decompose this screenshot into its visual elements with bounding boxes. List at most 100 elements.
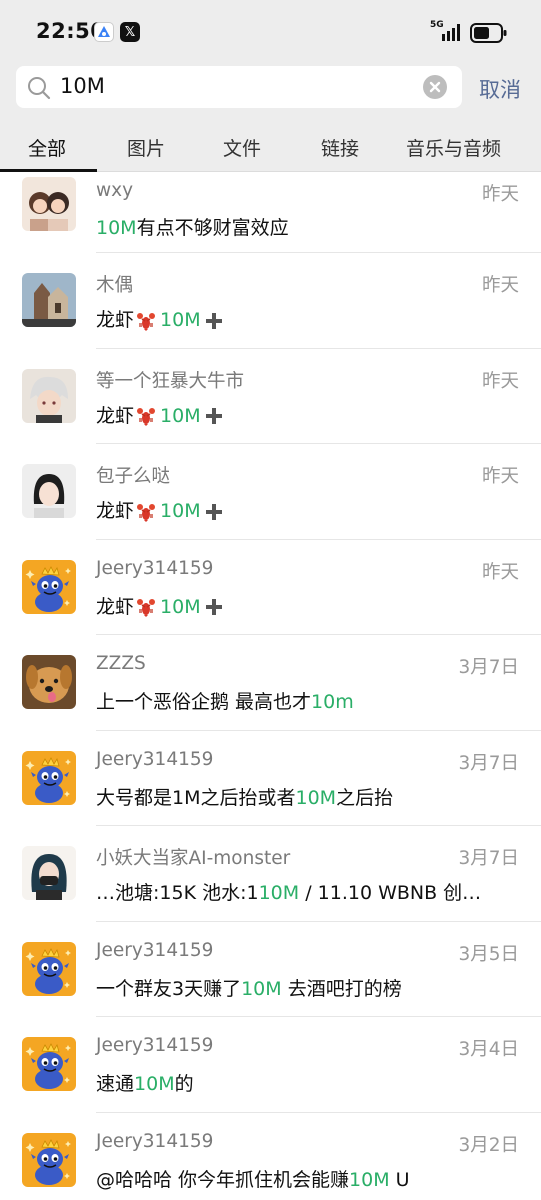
sender-name: Jeery314159 (96, 1130, 214, 1152)
list-item[interactable]: wxy 昨天 10M有点不够财富效应 (0, 172, 541, 253)
list-item[interactable]: 小妖大当家AI-monster 3月7日 …池塘:15K 池水:110M / 1… (0, 826, 541, 922)
message-snippet: 一个群友3天赚了10M 去酒吧打的榜 (96, 974, 402, 1001)
message-date: 昨天 (481, 275, 519, 296)
lobster-emoji (136, 597, 156, 617)
message-date: 3月4日 (458, 1039, 519, 1060)
match-highlight: 10M (349, 1168, 390, 1191)
building-avatar (22, 273, 76, 327)
anime-avatar (22, 368, 76, 423)
list-item[interactable]: Jeery314159 昨天 龙虾 10M (0, 540, 541, 635)
message-snippet: 大号都是1M之后抬或者10M之后抬 (96, 783, 393, 810)
plus-icon (205, 312, 223, 330)
message-snippet: …池塘:15K 池水:110M / 11.10 WBNB 创… (96, 878, 481, 905)
tab-bar: 全部 图片 文件 链接 音乐与音频 (0, 120, 541, 172)
dragon-avatar (22, 1037, 76, 1091)
message-text-after: U (389, 1168, 410, 1191)
message-text-after: 的 (174, 1073, 194, 1095)
list-item[interactable]: 等一个狂暴大牛市 昨天 龙虾 10M (0, 349, 541, 444)
list-item[interactable]: 木偶 昨天 龙虾 10M (0, 253, 541, 349)
message-snippet: 上一个恶俗企鹅 最高也才10m (96, 687, 354, 714)
dragon-avatar (22, 1133, 76, 1187)
cancel-button[interactable]: 取消 (479, 74, 521, 104)
match-highlight: 10M (295, 786, 337, 809)
match-highlight: 10M (96, 217, 137, 239)
dragon-avatar (22, 942, 76, 996)
tab-links[interactable]: 链接 (321, 134, 359, 161)
message-text: 上一个恶俗企鹅 最高也才 (96, 691, 312, 713)
lobster-emoji (136, 311, 156, 331)
search-box[interactable] (16, 66, 462, 108)
message-text: …池塘:15K 池水:1 (96, 882, 259, 904)
message-text: 龙虾 (96, 595, 135, 618)
message-snippet: 龙虾 10M (96, 592, 223, 619)
search-results-list: wxy 昨天 10M有点不够财富效应 木偶 昨天 龙虾 10M 等一个狂暴大牛市… (0, 172, 541, 1200)
message-text-after: / 11.10 WBNB 创… (299, 882, 482, 904)
message-date: 3月5日 (458, 943, 519, 965)
sender-name: Jeery314159 (96, 557, 214, 579)
list-item[interactable]: 包子么哒 昨天 龙虾 10M (0, 444, 541, 540)
match-highlight: 10M (160, 404, 201, 427)
couple-avatar (22, 177, 76, 231)
message-snippet: 龙虾 10M (96, 305, 223, 332)
message-date: 昨天 (481, 184, 519, 205)
dragon-avatar (22, 751, 76, 805)
message-date: 昨天 (481, 466, 519, 487)
list-item[interactable]: Jeery314159 3月2日 @哈哈哈 你今年抓住机会能赚10M U (0, 1113, 541, 1200)
tab-music-audio[interactable]: 音乐与音频 (406, 134, 501, 161)
sender-name: 等一个狂暴大牛市 (96, 370, 245, 392)
message-snippet: 10M有点不够财富效应 (96, 213, 289, 240)
message-date: 昨天 (481, 561, 519, 583)
search-input[interactable] (60, 74, 420, 98)
girl-avatar (22, 464, 76, 518)
list-item[interactable]: Jeery314159 3月4日 速通10M的 (0, 1017, 541, 1113)
message-text: 龙虾 (96, 500, 135, 522)
message-text: 龙虾 (96, 309, 135, 331)
header-area: 22:50 𝕏 5G 取消 (0, 0, 541, 172)
assistant-app-icon (94, 22, 114, 42)
status-bar: 22:50 𝕏 5G (0, 0, 541, 64)
message-snippet: 速通10M的 (96, 1069, 194, 1096)
sender-name: ZZZS (96, 653, 146, 674)
tab-files[interactable]: 文件 (223, 134, 261, 161)
message-date: 3月7日 (458, 752, 519, 774)
lobster-emoji (136, 406, 156, 426)
clear-icon[interactable] (423, 75, 447, 99)
search-icon (28, 77, 51, 100)
message-snippet: 龙虾 10M (96, 401, 223, 428)
tab-images[interactable]: 图片 (127, 134, 165, 161)
dragon-avatar (22, 560, 76, 614)
dog-avatar (22, 655, 76, 709)
battery-icon (470, 23, 507, 43)
list-item[interactable]: Jeery314159 3月5日 一个群友3天赚了10M 去酒吧打的榜 (0, 922, 541, 1017)
match-highlight: 10M (160, 309, 201, 331)
sender-name: 包子么哒 (96, 466, 171, 487)
match-highlight: 10M (134, 1073, 175, 1095)
message-text: 一个群友3天赚了 (96, 977, 242, 1000)
sender-name: Jeery314159 (96, 748, 214, 770)
message-text: 速通 (96, 1073, 135, 1095)
message-text: 大号都是1M之后抬或者 (96, 786, 296, 809)
message-snippet: 龙虾 10M (96, 496, 223, 523)
sender-name: 木偶 (96, 275, 134, 296)
message-text-after: 去酒吧打的榜 (281, 977, 402, 1000)
plus-icon (205, 598, 223, 616)
signal-icon (442, 24, 460, 41)
message-text: 龙虾 (96, 404, 135, 427)
list-item[interactable]: Jeery314159 3月7日 大号都是1M之后抬或者10M之后抬 (0, 731, 541, 826)
message-text: @哈哈哈 你今年抓住机会能赚 (96, 1168, 350, 1191)
sender-name: Jeery314159 (96, 1035, 214, 1056)
message-text-after: 之后抬 (336, 786, 394, 809)
match-highlight: 10M (160, 595, 201, 618)
plus-icon (205, 407, 223, 425)
plus-icon (205, 503, 223, 521)
match-highlight: 10M (241, 977, 282, 1000)
sender-name: Jeery314159 (96, 939, 214, 961)
message-date: 昨天 (481, 370, 519, 392)
match-highlight: 10M (258, 882, 300, 904)
match-highlight: 10M (160, 500, 201, 522)
match-highlight: 10m (311, 691, 354, 713)
message-text-after: 有点不够财富效应 (136, 217, 289, 239)
tab-all[interactable]: 全部 (28, 134, 66, 161)
lobster-emoji (136, 502, 156, 522)
list-item[interactable]: ZZZS 3月7日 上一个恶俗企鹅 最高也才10m (0, 635, 541, 731)
